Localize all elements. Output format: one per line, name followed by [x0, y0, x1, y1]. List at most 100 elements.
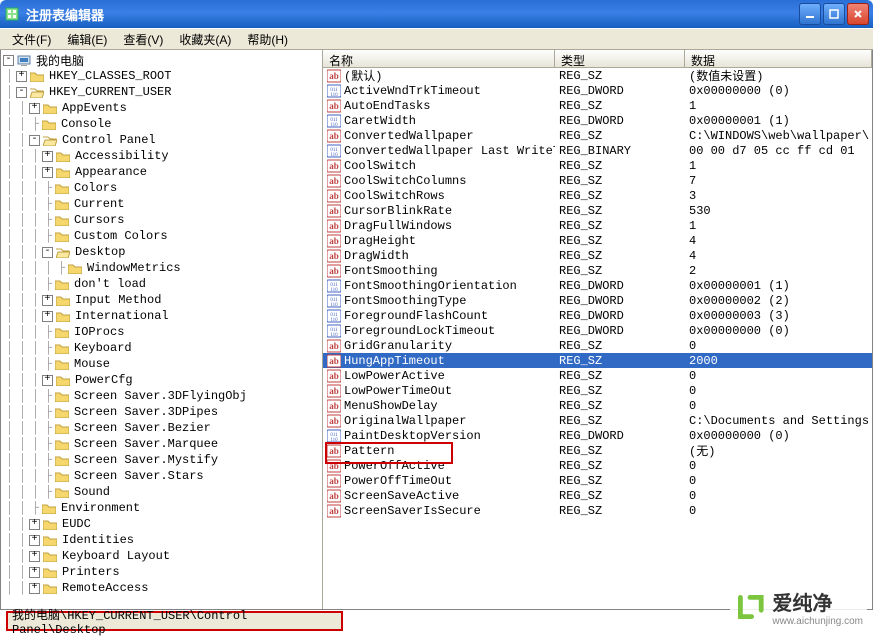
value-type: REG_SZ — [555, 459, 685, 473]
tree-item[interactable]: │││├Screen Saver.Mystify — [3, 452, 320, 468]
registry-value-row[interactable]: ScreenSaverIsSecureREG_SZ0 — [323, 503, 872, 518]
tree-toggle-icon[interactable]: + — [29, 519, 40, 530]
tree-item[interactable]: ││+RemoteAccess — [3, 580, 320, 596]
tree-item[interactable]: │││├Current — [3, 196, 320, 212]
registry-value-row[interactable]: CoolSwitchColumnsREG_SZ7 — [323, 173, 872, 188]
tree-toggle-icon[interactable]: + — [42, 311, 53, 322]
tree-item[interactable]: ││+EUDC — [3, 516, 320, 532]
registry-value-row[interactable]: MenuShowDelayREG_SZ0 — [323, 398, 872, 413]
registry-value-row[interactable]: DragWidthREG_SZ4 — [323, 248, 872, 263]
value-data: 0 — [685, 489, 872, 503]
tree-item[interactable]: │││+Accessibility — [3, 148, 320, 164]
tree-item[interactable]: │││├IOProcs — [3, 324, 320, 340]
tree-item[interactable]: ││├Environment — [3, 500, 320, 516]
menu-file[interactable]: 文件(F) — [4, 29, 59, 50]
tree-item[interactable]: │││├don't load — [3, 276, 320, 292]
tree-item[interactable]: ││├Console — [3, 116, 320, 132]
tree-toggle-icon[interactable]: + — [29, 567, 40, 578]
tree-item[interactable]: │││├Screen Saver.3DPipes — [3, 404, 320, 420]
tree-item[interactable]: │││├Keyboard — [3, 340, 320, 356]
tree-item[interactable]: │││+Appearance — [3, 164, 320, 180]
tree-item[interactable]: │││├Screen Saver.Stars — [3, 468, 320, 484]
registry-value-row[interactable]: DragHeightREG_SZ4 — [323, 233, 872, 248]
minimize-button[interactable] — [799, 3, 821, 25]
string-value-icon — [327, 174, 341, 188]
registry-value-row[interactable]: AutoEndTasksREG_SZ1 — [323, 98, 872, 113]
registry-value-row[interactable]: ConvertedWallpaper Last WriteTimeREG_BIN… — [323, 143, 872, 158]
registry-value-row[interactable]: ForegroundFlashCountREG_DWORD0x00000003 … — [323, 308, 872, 323]
menu-edit[interactable]: 编辑(E) — [59, 29, 115, 50]
tree-item[interactable]: ││││├WindowMetrics — [3, 260, 320, 276]
tree-item[interactable]: │││+Input Method — [3, 292, 320, 308]
tree-toggle-icon[interactable]: + — [29, 551, 40, 562]
tree-item[interactable]: ││+Printers — [3, 564, 320, 580]
registry-value-row[interactable]: OriginalWallpaperREG_SZC:\Documents and … — [323, 413, 872, 428]
registry-value-row[interactable]: CoolSwitchRowsREG_SZ3 — [323, 188, 872, 203]
tree-item[interactable]: ││+Keyboard Layout — [3, 548, 320, 564]
registry-value-row[interactable]: DragFullWindowsREG_SZ1 — [323, 218, 872, 233]
tree-toggle-icon[interactable]: - — [3, 55, 14, 66]
tree-toggle-icon[interactable]: - — [42, 247, 53, 258]
value-name: ScreenSaverIsSecure — [344, 504, 481, 518]
value-type: REG_SZ — [555, 69, 685, 83]
titlebar[interactable]: 注册表编辑器 — [0, 0, 873, 28]
tree-toggle-icon[interactable]: - — [16, 87, 27, 98]
tree-item[interactable]: │││├Mouse — [3, 356, 320, 372]
tree-item[interactable]: │││+International — [3, 308, 320, 324]
tree-item[interactable]: │││├Screen Saver.Bezier — [3, 420, 320, 436]
registry-value-row[interactable]: ActiveWndTrkTimeoutREG_DWORD0x00000000 (… — [323, 83, 872, 98]
tree-toggle-icon[interactable]: + — [42, 167, 53, 178]
tree-item[interactable]: │││├Custom Colors — [3, 228, 320, 244]
registry-value-row[interactable]: PowerOffActiveREG_SZ0 — [323, 458, 872, 473]
list-pane[interactable]: 名称 类型 数据 (默认)REG_SZ(数值未设置)ActiveWndTrkTi… — [323, 50, 872, 609]
column-header-data[interactable]: 数据 — [685, 50, 872, 67]
registry-value-row[interactable]: CoolSwitchREG_SZ1 — [323, 158, 872, 173]
tree-item[interactable]: ││-Control Panel — [3, 132, 320, 148]
tree-toggle-icon[interactable]: + — [42, 295, 53, 306]
registry-value-row[interactable]: ForegroundLockTimeoutREG_DWORD0x00000000… — [323, 323, 872, 338]
tree-item[interactable]: -我的电脑 — [3, 52, 320, 68]
registry-value-row[interactable]: CaretWidthREG_DWORD0x00000001 (1) — [323, 113, 872, 128]
registry-value-row[interactable]: GridGranularityREG_SZ0 — [323, 338, 872, 353]
column-header-name[interactable]: 名称 — [323, 50, 555, 67]
tree-toggle-icon[interactable]: + — [29, 583, 40, 594]
tree-toggle-icon[interactable]: - — [29, 135, 40, 146]
tree-toggle-icon[interactable]: + — [16, 71, 27, 82]
menu-favorites[interactable]: 收藏夹(A) — [171, 29, 239, 50]
close-button[interactable] — [847, 3, 869, 25]
registry-value-row[interactable]: CursorBlinkRateREG_SZ530 — [323, 203, 872, 218]
registry-value-row[interactable]: PatternREG_SZ(无) — [323, 443, 872, 458]
registry-value-row[interactable]: LowPowerTimeOutREG_SZ0 — [323, 383, 872, 398]
registry-value-row[interactable]: ScreenSaveActiveREG_SZ0 — [323, 488, 872, 503]
tree-item[interactable]: │││├Screen Saver.3DFlyingObj — [3, 388, 320, 404]
column-header-type[interactable]: 类型 — [555, 50, 685, 67]
maximize-button[interactable] — [823, 3, 845, 25]
tree-toggle-icon[interactable]: + — [42, 151, 53, 162]
tree-pane[interactable]: -我的电脑│+HKEY_CLASSES_ROOT│-HKEY_CURRENT_U… — [1, 50, 323, 609]
tree-item[interactable]: │││├Sound — [3, 484, 320, 500]
tree-item[interactable]: │││-Desktop — [3, 244, 320, 260]
tree-toggle-icon[interactable]: + — [29, 103, 40, 114]
tree-toggle-icon[interactable]: + — [29, 535, 40, 546]
tree-item[interactable]: │││├Cursors — [3, 212, 320, 228]
registry-value-row[interactable]: ConvertedWallpaperREG_SZC:\WINDOWS\web\w… — [323, 128, 872, 143]
tree-toggle-icon[interactable]: + — [42, 375, 53, 386]
registry-value-row[interactable]: PowerOffTimeOutREG_SZ0 — [323, 473, 872, 488]
registry-value-row[interactable]: (默认)REG_SZ(数值未设置) — [323, 68, 872, 83]
value-data: 7 — [685, 174, 872, 188]
registry-value-row[interactable]: FontSmoothingTypeREG_DWORD0x00000002 (2) — [323, 293, 872, 308]
tree-item[interactable]: │+HKEY_CLASSES_ROOT — [3, 68, 320, 84]
menu-help[interactable]: 帮助(H) — [239, 29, 296, 50]
tree-item[interactable]: │││├Screen Saver.Marquee — [3, 436, 320, 452]
menu-view[interactable]: 查看(V) — [115, 29, 171, 50]
registry-value-row[interactable]: FontSmoothingOrientationREG_DWORD0x00000… — [323, 278, 872, 293]
tree-item[interactable]: │││├Colors — [3, 180, 320, 196]
registry-value-row[interactable]: FontSmoothingREG_SZ2 — [323, 263, 872, 278]
tree-item[interactable]: │││+PowerCfg — [3, 372, 320, 388]
tree-item[interactable]: ││+AppEvents — [3, 100, 320, 116]
tree-item[interactable]: │-HKEY_CURRENT_USER — [3, 84, 320, 100]
tree-item[interactable]: ││+Identities — [3, 532, 320, 548]
registry-value-row[interactable]: LowPowerActiveREG_SZ0 — [323, 368, 872, 383]
registry-value-row[interactable]: HungAppTimeoutREG_SZ2000 — [323, 353, 872, 368]
registry-value-row[interactable]: PaintDesktopVersionREG_DWORD0x00000000 (… — [323, 428, 872, 443]
